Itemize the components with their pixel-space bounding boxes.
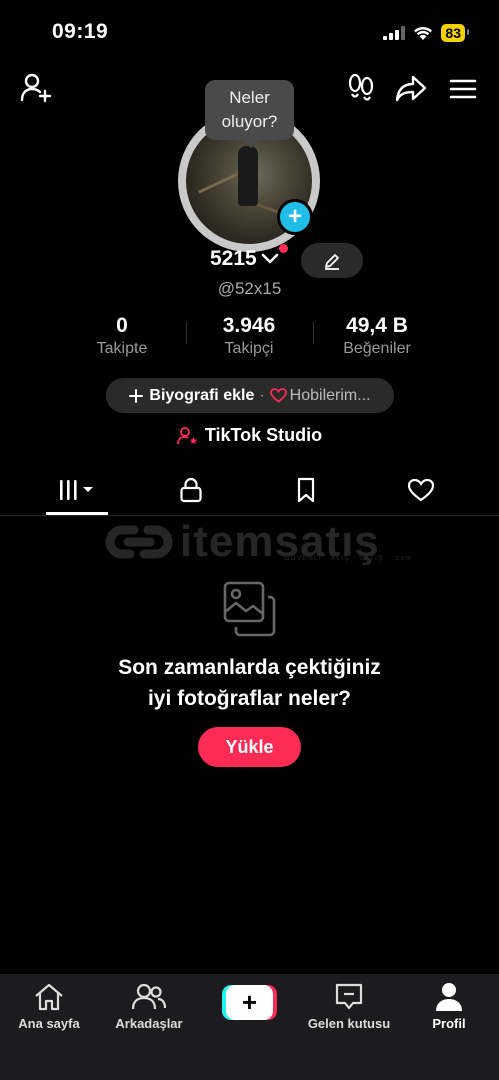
grid-icon	[60, 480, 93, 500]
create-button[interactable]: +	[222, 985, 277, 1020]
stat-following-label: Takipte	[96, 340, 148, 357]
studio-label: TikTok Studio	[204, 425, 323, 445]
nav-profile-label: Profil	[432, 1016, 466, 1031]
wifi-icon	[414, 26, 433, 40]
inbox-icon	[335, 983, 363, 1010]
empty-state-title: Son zamanlarda çektiğiniz iyi fotoğrafla…	[0, 652, 499, 714]
add-bio-label: Biyografi ekle	[149, 386, 255, 404]
tooltip-line2: oluyor?	[221, 112, 278, 131]
photos-icon	[222, 580, 278, 643]
nav-home-label: Ana sayfa	[18, 1016, 80, 1031]
chevron-down-icon	[261, 253, 279, 264]
hamburger-icon	[449, 79, 477, 99]
empty-state-line1: Son zamanlarda çektiğiniz	[118, 656, 381, 679]
nav-friends-label: Arkadaşlar	[115, 1016, 183, 1031]
bookmark-icon	[297, 477, 315, 503]
footprints-icon	[348, 73, 374, 101]
stat-followers-value: 3.946	[222, 314, 276, 337]
profile-handle: @52x15	[217, 279, 282, 298]
add-person-icon	[20, 73, 52, 103]
watermark-logo	[105, 525, 173, 559]
status-icons: 83	[383, 24, 469, 42]
edit-profile-button[interactable]	[301, 243, 363, 278]
stat-likes-value: 49,4 B	[346, 314, 408, 337]
profile-icon	[436, 983, 462, 1011]
account-switcher[interactable]: 5215	[210, 247, 279, 271]
notification-dot	[279, 244, 288, 253]
watermark-subtext: GÜVENLİ · ALIŞ · SATIŞ · .com	[284, 555, 413, 562]
active-tab-indicator	[46, 512, 108, 515]
nav-inbox[interactable]: Gelen kutusu	[304, 982, 394, 1031]
stat-followers[interactable]: 3.946 Takipçi	[199, 314, 299, 358]
plus-icon: +	[241, 987, 258, 1017]
profile-name: 5215	[210, 247, 257, 270]
home-icon	[35, 983, 63, 1011]
add-friend-button[interactable]	[18, 72, 54, 104]
share-button[interactable]	[394, 72, 428, 104]
pencil-icon	[325, 253, 339, 270]
menu-button[interactable]	[447, 74, 479, 104]
status-tooltip[interactable]: Neler oluyor?	[205, 80, 294, 148]
stat-following-value: 0	[116, 314, 128, 337]
footprints-button[interactable]	[345, 72, 377, 104]
nav-home[interactable]: Ana sayfa	[4, 982, 94, 1031]
share-arrow-icon	[395, 75, 427, 102]
nav-inbox-label: Gelen kutusu	[307, 1016, 391, 1031]
stat-divider	[313, 322, 314, 344]
bio-pill[interactable]: Biyografi ekle · Hobilerim...	[106, 378, 394, 413]
stat-followers-label: Takipçi	[224, 340, 274, 357]
empty-state-line2: iyi fotoğraflar neler?	[147, 687, 352, 710]
tab-liked[interactable]	[391, 470, 451, 510]
bio-separator: ·	[259, 386, 265, 404]
tiktok-studio-link[interactable]: TikTok Studio	[0, 425, 499, 446]
heart-icon	[269, 388, 287, 403]
content-tabs	[0, 470, 499, 516]
heart-icon	[407, 478, 435, 502]
stat-following[interactable]: 0 Takipte	[72, 314, 172, 358]
battery-indicator: 83	[441, 24, 469, 42]
plus-icon: +	[287, 203, 302, 230]
lock-icon	[180, 477, 202, 503]
plus-icon	[129, 388, 144, 403]
tab-private[interactable]	[161, 470, 221, 510]
signal-icon	[383, 26, 406, 40]
friends-icon	[132, 983, 166, 1010]
tab-videos[interactable]	[48, 470, 108, 510]
bottom-nav: Ana sayfa Arkadaşlar + Gelen kutusu Prof…	[0, 974, 499, 1080]
tooltip-line1: Neler	[229, 88, 270, 107]
add-story-button[interactable]: +	[277, 199, 313, 235]
watermark: itemsatış GÜVENLİ · ALIŞ · SATIŞ · .com	[104, 517, 411, 567]
status-time: 09:19	[52, 20, 109, 43]
nav-profile[interactable]: Profil	[404, 982, 494, 1031]
nav-friends[interactable]: Arkadaşlar	[104, 982, 194, 1031]
tab-saved[interactable]	[276, 470, 336, 510]
creator-star-icon	[176, 426, 198, 444]
stat-divider	[186, 322, 187, 344]
upload-button[interactable]: Yükle	[198, 727, 301, 767]
stat-likes-label: Beğeniler	[343, 340, 411, 357]
stat-likes[interactable]: 49,4 B Beğeniler	[322, 314, 432, 358]
hobbies-label: Hobilerim...	[289, 386, 371, 404]
